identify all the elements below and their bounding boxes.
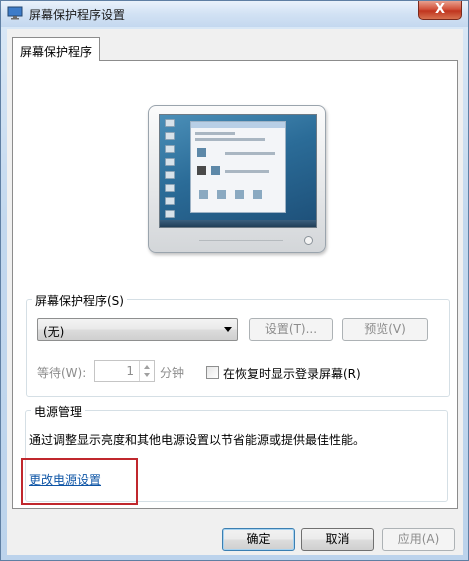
apply-button[interactable]: 应用(A) — [382, 528, 455, 551]
dialog-body: 屏幕保护程序 屏幕保护程序(S) (无) 设置(T)... 预览(V) 等待(W… — [7, 29, 463, 555]
chevron-down-icon — [224, 327, 232, 332]
arrow-down-icon[interactable] — [144, 373, 150, 377]
preview-window-image — [190, 121, 286, 213]
screensaver-group — [26, 299, 450, 397]
arrow-up-icon[interactable] — [144, 365, 150, 369]
screensaver-settings-window: 屏幕保护程序设置 X 屏幕保护程序 屏幕保护程序(S) (无) 设置(T)...… — [0, 0, 469, 561]
title-bar[interactable]: 屏幕保护程序设置 X — [1, 1, 468, 27]
resume-logon-checkbox[interactable] — [206, 366, 219, 379]
desktop-icons — [163, 119, 185, 224]
screensaver-select[interactable]: (无) — [37, 318, 238, 341]
desktop-preview-screen — [159, 114, 317, 228]
wait-minutes-stepper[interactable]: 1 — [94, 360, 155, 382]
wait-value: 1 — [126, 364, 134, 378]
wait-unit-label: 分钟 — [160, 366, 185, 380]
ok-button[interactable]: 确定 — [222, 528, 295, 551]
monitor-preview — [148, 105, 326, 253]
close-button[interactable]: X — [418, 1, 462, 20]
preview-taskbar — [160, 220, 316, 227]
power-management-label: 电源管理 — [31, 403, 86, 420]
window-title: 屏幕保护程序设置 — [29, 8, 126, 22]
cancel-button[interactable]: 取消 — [301, 528, 374, 551]
monitor-icon — [7, 6, 23, 20]
resume-logon-label[interactable]: 在恢复时显示登录屏幕(R) — [223, 365, 361, 382]
preview-button[interactable]: 预览(V) — [342, 318, 428, 341]
power-description: 通过调整显示亮度和其他电源设置以节省能源或提供最佳性能。 — [29, 433, 366, 447]
power-button-icon — [304, 236, 313, 245]
screensaver-select-value: (无) — [43, 325, 65, 339]
screensaver-group-label: 屏幕保护程序(S) — [32, 292, 127, 309]
close-icon: X — [434, 2, 446, 17]
tab-screensaver[interactable]: 屏幕保护程序 — [12, 37, 100, 61]
settings-button[interactable]: 设置(T)... — [249, 318, 333, 341]
wait-label: 等待(W): — [37, 366, 87, 380]
annotation-highlight-box — [21, 458, 138, 505]
